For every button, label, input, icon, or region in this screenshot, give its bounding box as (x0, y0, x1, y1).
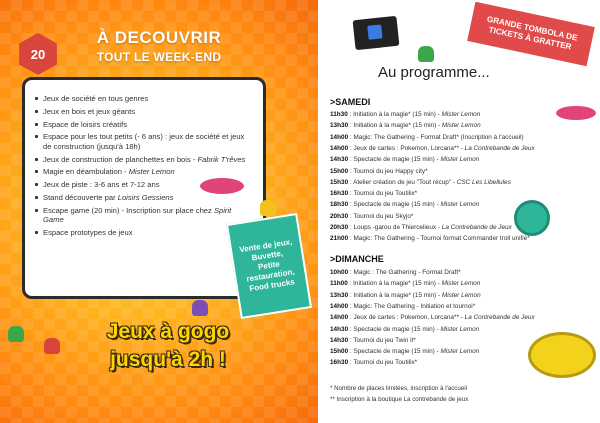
event-row: 20h30 : Loups -garou de Thiercelieux - L… (330, 224, 512, 231)
purple-meeple-icon (192, 300, 208, 316)
activity-item: Espace de loisirs créatifs (35, 120, 253, 129)
food-sales-card: Vente de jeux, Buvette, Petite restaurat… (225, 212, 313, 320)
teal-token-icon (514, 200, 550, 236)
event-row: 20h30 : Tournoi du jeu Skyjo* (330, 212, 414, 220)
slogan-line-1: Jeux à gogo (106, 320, 230, 343)
footnote: * Nombre de places limitées, inscription… (330, 385, 468, 392)
activity-item: Espace prototypes de jeux (35, 228, 253, 237)
programme-title: Au programme... (378, 64, 490, 81)
event-row: 11h30 : Initiation à la magie* (15 min) … (330, 111, 481, 118)
pink-token-icon (200, 178, 244, 194)
green-meeple-icon (418, 46, 434, 62)
event-row: 16h30 : Tournoi du jeu Toutilix* (330, 190, 418, 198)
event-row: 13h30 : Initiation à la magie* (15 min) … (330, 122, 481, 130)
sunday-title: >DIMANCHE (330, 254, 384, 264)
event-row: 14h30 : Spectacle de magie (15 min) - Mi… (330, 325, 480, 333)
event-row: 21h00 : Magic: The Gathering - Tournoi f… (330, 235, 530, 243)
activity-item: Jeux en bois et jeux géants (35, 107, 253, 116)
event-row: 15h00 : Tournoi du jeu Happy city* (330, 167, 428, 175)
weekend-subheading: TOUT LE WEEK-END (96, 50, 222, 64)
tombola-banner: GRANDE TOMBOLA DE TICKETS À GRATTER (467, 1, 595, 67)
activity-item: Jeux de construction de planchettes en b… (35, 155, 253, 164)
game-box-icon (352, 15, 400, 51)
event-row: 14h00 : Jeux de cartes : Pokemon, Lorcan… (330, 144, 535, 152)
green-meeple-icon (8, 326, 24, 342)
activities-list: Jeux de société en tous genres Jeux en bo… (25, 80, 263, 237)
activity-item: Stand découverte par Loisirs Gessiens (35, 193, 253, 202)
event-row: 14h00 : Jeux de cartes : Pokemon, Lorcan… (330, 314, 535, 322)
saturday-title: >SAMEDI (330, 97, 371, 107)
event-row: 13h30 : Initiation à la magie* (15 min) … (330, 291, 481, 299)
right-panel: GRANDE TOMBOLA DE TICKETS À GRATTER Au p… (318, 0, 600, 423)
event-row: 16h30 : Tournoi du jeu Toutilix* (330, 359, 418, 367)
event-row: 15h30 : Atelier création de jeu "Tout ré… (330, 178, 511, 186)
event-row: 10h00 : Magic : The Gathering - Format D… (330, 269, 461, 276)
left-panel: 20 À DECOUVRIR TOUT LE WEEK-END Jeux de … (0, 0, 318, 423)
red-meeple-icon (44, 338, 60, 354)
pink-token-icon (556, 106, 596, 120)
food-sales-text: Vente de jeux, Buvette, Petite restaurat… (238, 237, 296, 294)
footnote: ** Inscription à la boutique La contreba… (330, 396, 469, 403)
slogan-line-2: jusqu'à 2h ! (110, 348, 226, 371)
discover-heading: À DECOUVRIR (96, 28, 222, 47)
event-row: 14h30 : Spectacle de magie (15 min) - Mi… (330, 156, 480, 164)
event-row: 14h00 : Magic: The Gathering - Format Dr… (330, 133, 524, 141)
activity-item: Escape game (20 min) - Inscription sur p… (35, 206, 253, 225)
activity-item: Jeux de société en tous genres (35, 94, 253, 103)
event-row: 14h00 : Magic: The Gathering - Initiatio… (330, 302, 476, 310)
activity-item: Espace pour les tout petits (- 6 ans) : … (35, 132, 253, 151)
yellow-token-icon (528, 332, 596, 378)
event-row: 11h00 : Initiation à la magie* (15 min) … (330, 280, 481, 288)
activity-item: Magie en déambulation - Mister Lemon (35, 167, 253, 176)
yellow-meeple-icon (260, 200, 276, 216)
event-row: 18h30 : Spectacle de magie (15 min) - Mi… (330, 201, 480, 209)
event-row: 15h00 : Spectacle de magie (15 min) - Mi… (330, 348, 480, 356)
event-row: 14h30 : Tournoi du jeu Twin it* (330, 336, 416, 344)
